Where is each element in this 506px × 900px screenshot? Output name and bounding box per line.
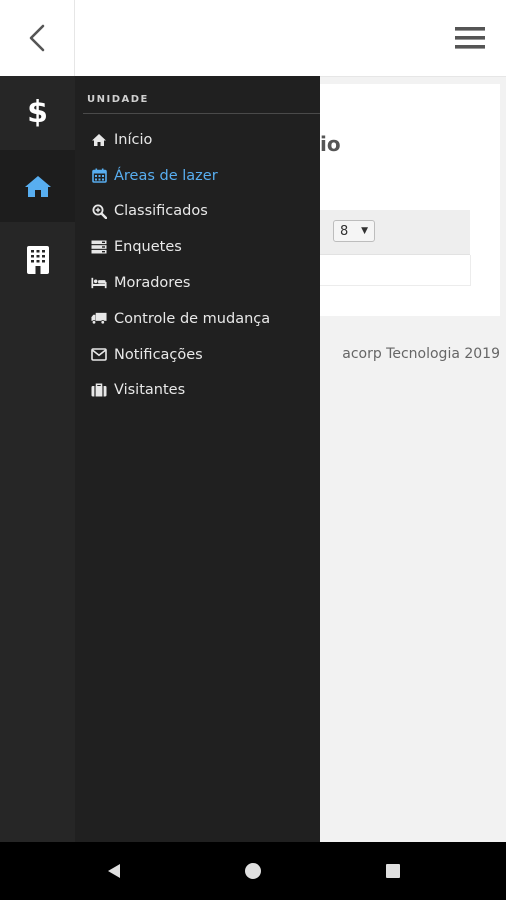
menu-item-label: Classificados [114,203,208,220]
table-header-row: 8 ▼ [320,210,470,255]
search-plus-icon [91,203,107,219]
content-card: io 8 ▼ [320,84,500,316]
menu-item-inicio[interactable]: Início [75,122,320,158]
server-icon [91,239,107,255]
menu-item-enquetes[interactable]: Enquetes [75,229,320,265]
truck-icon [91,311,107,327]
menu-item-label: Visitantes [114,382,186,399]
menu-item-notificacoes[interactable]: Notificações [75,337,320,373]
menu-item-label: Notificações [114,346,203,363]
menu-item-label: Moradores [114,275,191,292]
menu-item-moradores[interactable]: Moradores [75,265,320,301]
page-title: io [320,132,341,156]
calendar-icon [91,168,107,184]
system-back-button[interactable] [100,857,128,885]
menu-button[interactable] [454,22,486,54]
building-icon [26,246,49,274]
dollar-icon: $ [27,94,48,130]
footer-copyright: acorp Tecnologia 2019 [342,346,500,362]
drawer-rail: $ [0,76,75,842]
menu-item-label: Início [114,131,153,148]
chevron-left-icon [29,24,45,52]
menu-item-label: Enquetes [114,239,182,256]
envelope-icon [91,347,107,363]
back-button[interactable] [0,0,75,76]
rail-item-home[interactable] [0,150,75,222]
table-row [320,255,471,286]
triangle-back-icon [108,864,120,878]
menu-item-classificados[interactable]: Classificados [75,194,320,230]
menu-item-controle-de-mudanca[interactable]: Controle de mudança [75,301,320,337]
circle-home-icon [245,863,261,879]
page-size-select[interactable]: 8 ▼ [333,220,375,242]
menu-item-areas-de-lazer[interactable]: Áreas de lazer [75,158,320,194]
select-value: 8 [340,223,349,239]
home-icon [24,176,51,197]
rail-item-building[interactable] [0,224,75,296]
briefcase-icon [91,382,107,398]
rail-item-finance[interactable]: $ [0,76,75,148]
home-icon [91,132,107,148]
drawer-menu: Início Áreas de lazer Classificados Enqu… [75,122,320,408]
hamburger-icon [455,27,485,49]
section-title: UNIDADE [87,94,149,105]
square-recents-icon [386,864,400,878]
app-header [0,0,506,77]
menu-item-label: Áreas de lazer [114,167,218,184]
menu-item-visitantes[interactable]: Visitantes [75,373,320,409]
section-divider [83,113,320,114]
drawer-panel: UNIDADE Início Áreas de lazer Classifica… [75,76,320,842]
bed-icon [91,275,107,291]
system-nav-bar [0,842,506,900]
system-home-button[interactable] [239,857,267,885]
system-recents-button[interactable] [379,857,407,885]
menu-item-label: Controle de mudança [114,310,271,327]
dropdown-arrow-icon: ▼ [361,226,368,236]
